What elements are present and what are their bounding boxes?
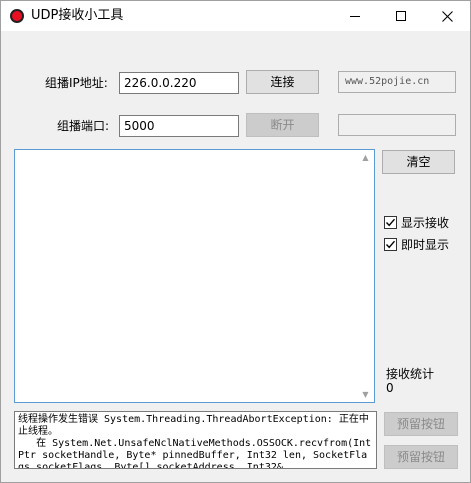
reserved-button-2[interactable]: 预留按钮: [384, 445, 458, 469]
close-button[interactable]: [424, 1, 470, 31]
minimize-button[interactable]: [332, 1, 378, 31]
error-log-text: 线程操作发生错误 System.Threading.ThreadAbortExc…: [18, 414, 372, 469]
maximize-button[interactable]: [378, 1, 424, 31]
blank-textbox[interactable]: [338, 114, 456, 136]
close-icon: [441, 10, 453, 22]
checkmark-icon: [385, 218, 396, 227]
disconnect-button[interactable]: 断开: [246, 113, 319, 137]
port-input[interactable]: 5000: [119, 115, 239, 137]
vertical-scrollbar[interactable]: ▲ ▼: [357, 150, 374, 402]
receive-textarea[interactable]: ▲ ▼: [14, 149, 375, 403]
show-receive-checkbox[interactable]: [384, 216, 397, 229]
ip-input[interactable]: 226.0.0.220: [119, 72, 239, 94]
show-receive-label: 显示接收: [401, 216, 450, 230]
scroll-down-arrow-icon[interactable]: ▼: [361, 390, 370, 399]
maximize-icon: [396, 11, 406, 21]
checkmark-icon: [385, 240, 396, 249]
connect-button[interactable]: 连接: [246, 70, 319, 94]
port-label: 组播端口:: [57, 119, 110, 133]
reserved-button-1[interactable]: 预留按钮: [384, 412, 458, 436]
app-window: UDP接收小工具 组播IP地址: 226.0.0.220 连接 www.52po…: [0, 0, 471, 483]
receive-stats-value: 0: [386, 381, 394, 395]
instant-display-checkbox[interactable]: [384, 238, 397, 251]
scroll-up-arrow-icon[interactable]: ▲: [361, 153, 370, 162]
site-textbox[interactable]: www.52pojie.cn: [338, 71, 456, 93]
ip-label: 组播IP地址:: [45, 76, 108, 90]
error-log-textarea[interactable]: 线程操作发生错误 System.Threading.ThreadAbortExc…: [14, 411, 377, 469]
minimize-icon: [350, 15, 360, 17]
app-record-icon: [10, 9, 24, 23]
show-receive-checkbox-row[interactable]: 显示接收: [384, 214, 449, 231]
instant-display-label: 即时显示: [401, 238, 450, 252]
instant-display-checkbox-row[interactable]: 即时显示: [384, 236, 449, 253]
title-bar[interactable]: UDP接收小工具: [1, 1, 470, 31]
clear-button[interactable]: 清空: [382, 150, 455, 174]
window-title: UDP接收小工具: [31, 8, 124, 23]
